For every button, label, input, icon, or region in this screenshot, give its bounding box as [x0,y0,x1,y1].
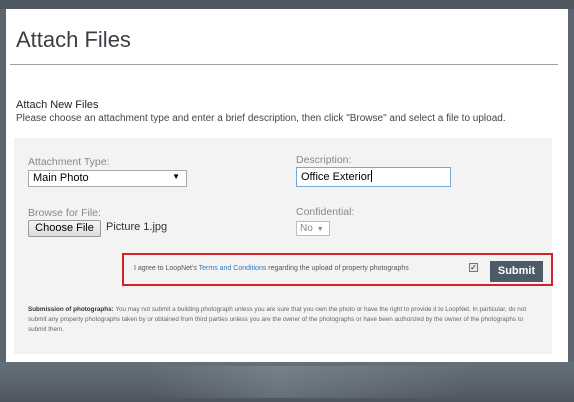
choose-file-button[interactable]: Choose File [28,220,101,237]
dropdown-arrow-icon: ▼ [316,226,324,233]
submit-button[interactable]: Submit [490,261,543,282]
notice-heading: Submission of photographs: [28,306,114,313]
confidential-value: No [300,223,313,234]
attachment-type-value: Main Photo [33,172,89,184]
description-value: Office Exterior [301,171,371,183]
page-title: Attach Files [16,27,131,52]
agreement-checkbox[interactable]: ✓ [469,263,478,272]
description-label: Description: [296,154,352,166]
confidential-select[interactable]: No ▼ [296,221,330,236]
background-haze [150,366,470,398]
submission-notice: Submission of photographs: You may not s… [28,305,542,335]
top-bar [0,0,574,9]
browse-label: Browse for File: [28,207,101,219]
agreement-text: I agree to LoopNet's Terms and Condition… [134,265,409,272]
terms-link[interactable]: Terms and Conditions [199,265,267,272]
agreement-text-before: I agree to LoopNet's [134,265,199,272]
dropdown-arrow-icon: ▼ [172,172,180,181]
section-heading: Attach New Files [16,99,99,111]
agreement-text-after: regarding the upload of property photogr… [266,265,409,272]
confidential-label: Confidential: [296,206,355,218]
description-input[interactable]: Office Exterior [296,167,451,187]
selected-file-name: Picture 1.jpg [106,221,168,233]
attachment-type-select[interactable]: Main Photo ▼ [28,170,187,187]
section-description: Please choose an attachment type and ent… [16,113,506,124]
attachment-type-label: Attachment Type: [28,156,110,168]
background-photo-strip [0,362,574,402]
text-caret [370,170,372,182]
title-divider [10,64,558,65]
